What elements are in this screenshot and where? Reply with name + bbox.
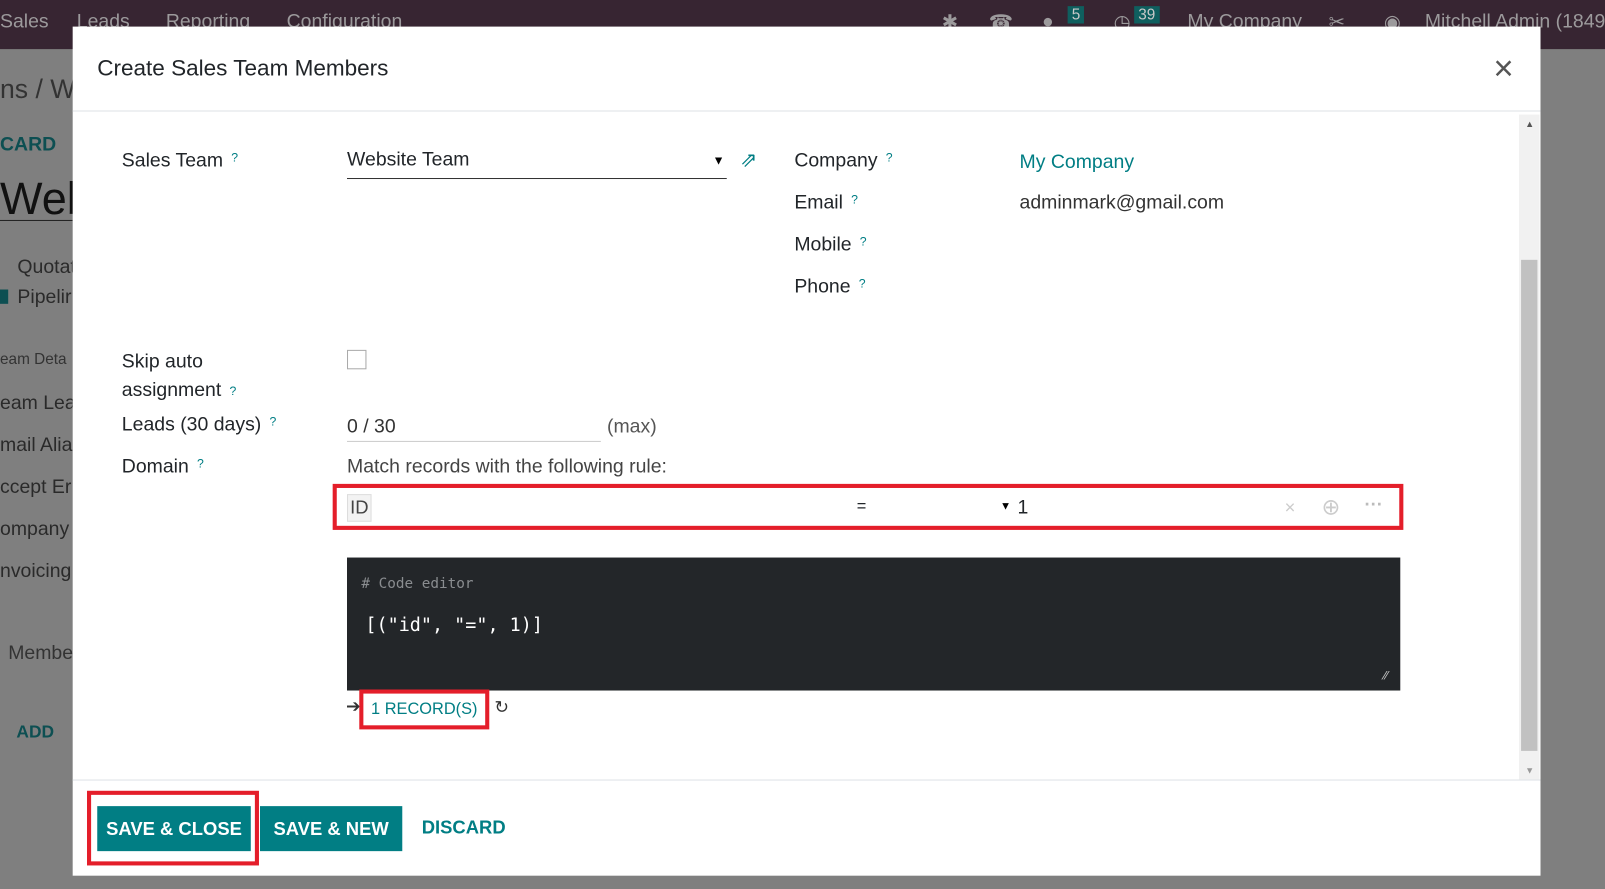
sales-team-select[interactable]: Website Team ▼ — [347, 149, 727, 180]
rule-field-select[interactable]: ID — [347, 494, 372, 522]
messages-badge: 5 — [1067, 6, 1085, 24]
email-value: adminmark@gmail.com — [1019, 192, 1225, 214]
help-icon[interactable]: ? — [197, 456, 204, 470]
help-icon[interactable]: ? — [859, 276, 866, 290]
scrollbar[interactable]: ▲ ▼ — [1519, 114, 1540, 780]
bg-members-tab: Membe — [8, 642, 74, 664]
code-editor[interactable]: # Code editor [("id", "=", 1)] ⁄⁄ — [347, 557, 1401, 691]
help-icon[interactable]: ? — [269, 414, 276, 428]
bg-pipeline: Pipelir — [17, 286, 72, 308]
discard-button[interactable]: DISCARD — [422, 817, 506, 838]
help-icon[interactable]: ? — [231, 150, 238, 164]
bg-quotations: Quotat — [17, 256, 76, 279]
bg-field: ccept Er — [0, 476, 72, 499]
save-close-button[interactable]: SAVE & CLOSE — [97, 806, 251, 852]
sales-team-value: Website Team — [347, 149, 470, 171]
menu-sales[interactable]: Sales — [0, 11, 49, 34]
breadcrumb: ns / W — [0, 73, 76, 105]
save-new-button[interactable]: SAVE & NEW — [259, 806, 403, 852]
leads-label: Leads (30 days)? — [121, 414, 277, 436]
footer-divider — [72, 779, 1541, 781]
mobile-label: Mobile? — [794, 234, 867, 256]
leads-input[interactable]: 0 / 30 — [347, 416, 601, 442]
help-icon[interactable]: ? — [860, 234, 867, 248]
add-rule-icon[interactable]: ⊕ — [1321, 494, 1340, 521]
caret-down-icon: ▼ — [1000, 500, 1012, 513]
rule-operator-select[interactable]: = — [857, 498, 867, 516]
code-comment: # Code editor — [361, 575, 474, 593]
sales-team-label: Sales Team? — [121, 150, 239, 172]
header-divider — [72, 110, 1541, 112]
phone-label: Phone? — [794, 276, 866, 298]
rule-value-input[interactable]: 1 — [1017, 497, 1028, 520]
help-icon[interactable]: ? — [229, 384, 236, 398]
bg-field: eam Lea — [0, 392, 76, 415]
leads-max-label: (max) — [606, 416, 657, 438]
bg-checkbox — [0, 289, 9, 304]
domain-intro: Match records with the following rule: — [347, 456, 667, 478]
activities-badge: 39 — [1134, 6, 1160, 24]
skip-auto-assignment-checkbox[interactable] — [347, 349, 367, 370]
domain-label: Domain? — [121, 456, 204, 478]
delete-rule-icon[interactable]: × — [1285, 497, 1296, 518]
caret-down-icon: ▼ — [712, 153, 725, 168]
refresh-icon[interactable]: ↻ — [494, 698, 509, 718]
code-domain: [("id", "=", 1)] — [365, 614, 543, 637]
external-link-icon[interactable]: ⇗ — [740, 147, 757, 173]
company-value[interactable]: My Company — [1020, 151, 1135, 174]
bg-field: ompany — [0, 518, 70, 541]
scrollbar-thumb[interactable] — [1521, 259, 1538, 751]
records-count-link[interactable]: 1 RECORD(S) — [371, 700, 477, 718]
dialog-title: Create Sales Team Members — [97, 55, 389, 81]
help-icon[interactable]: ? — [886, 150, 893, 164]
resize-handle-icon[interactable]: ⁄⁄ — [1384, 668, 1388, 682]
create-sales-team-members-dialog: Create Sales Team Members × Sales Team? … — [72, 26, 1541, 876]
more-options-icon[interactable]: ··· — [1364, 494, 1382, 515]
bg-divider — [0, 219, 73, 221]
skip-auto-assignment-label: Skip auto assignment? — [121, 350, 237, 402]
bg-section: eam Deta — [0, 350, 67, 369]
bg-field: nvoicing — [0, 560, 72, 583]
bg-discard: CARD — [0, 134, 57, 156]
email-label: Email? — [794, 192, 858, 214]
bg-field: mail Alia — [0, 434, 73, 457]
domain-rule-row: ID = ▼ 1 × ⊕ ··· — [332, 483, 1404, 530]
help-icon[interactable]: ? — [851, 192, 858, 206]
bg-add: ADD — [16, 722, 55, 742]
company-label: Company? — [794, 150, 893, 172]
close-icon[interactable]: × — [1493, 49, 1513, 89]
records-box: 1 RECORD(S) — [359, 689, 490, 730]
